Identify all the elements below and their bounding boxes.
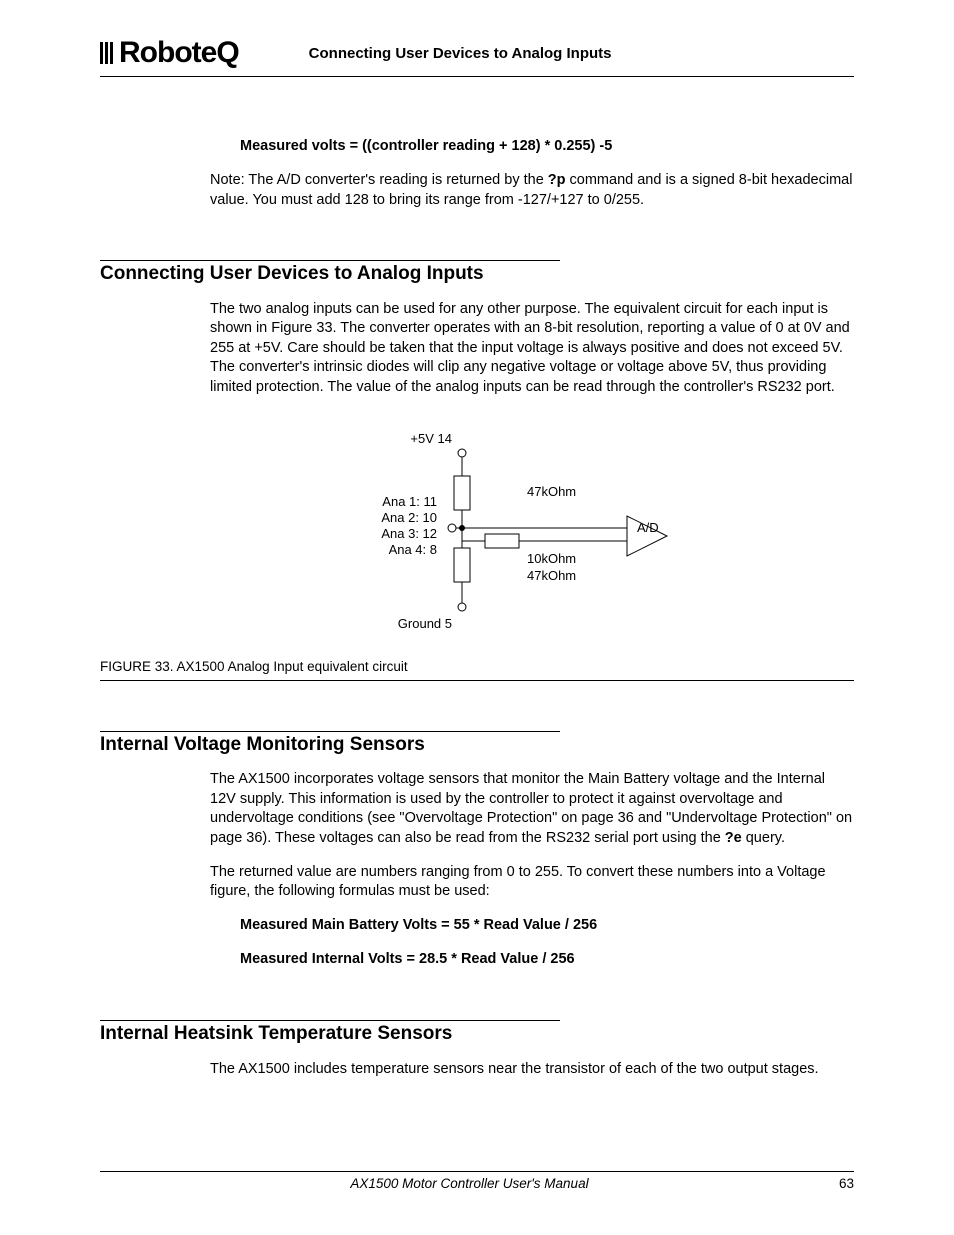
svg-text:10kOhm: 10kOhm [527,551,576,566]
section-rule-2 [100,731,560,732]
brand-text: RoboteQ [119,36,239,70]
svg-text:A/D: A/D [637,520,659,535]
footer-page-number: 63 [839,1176,854,1191]
page: RoboteQ Connecting User Devices to Analo… [0,0,954,1235]
formula-measured-volts: Measured volts = ((controller reading + … [240,137,854,157]
formula-main-battery: Measured Main Battery Volts = 55 * Read … [240,916,854,936]
note-cmd: ?p [548,172,566,188]
page-footer: AX1500 Motor Controller User's Manual 63 [100,1171,854,1191]
section2-para2: The returned value are numbers ranging f… [210,863,854,902]
section3-para: The AX1500 includes temperature sensors … [210,1060,854,1080]
svg-text:Ana 2: 10: Ana 2: 10 [381,510,437,525]
running-title: Connecting User Devices to Analog Inputs [309,45,854,62]
section-rule-3 [100,1020,560,1021]
s2p1-cmd: ?e [725,830,742,846]
section2-heading: Internal Voltage Monitoring Sensors [100,734,854,756]
s2p1-post: query. [742,830,785,846]
figure-33: +5V 14 47kOhm 10kOhm A/D Ana 1: 11 Ana 2… [100,428,854,643]
intro-block: Measured volts = ((controller reading + … [210,137,854,210]
footer-doc-title: AX1500 Motor Controller User's Manual [350,1176,588,1191]
svg-text:Ground 5: Ground 5 [398,616,452,631]
note-pre: Note: The A/D converter's reading is ret… [210,172,548,188]
section1-para: The two analog inputs can be used for an… [210,300,854,398]
logo-bars-icon [100,42,113,64]
formula-internal-volts: Measured Internal Volts = 28.5 * Read Va… [240,950,854,970]
section2-body: The AX1500 incorporates voltage sensors … [210,770,854,970]
svg-text:47kOhm: 47kOhm [527,568,576,583]
svg-text:47kOhm: 47kOhm [527,484,576,499]
svg-text:Ana 3: 12: Ana 3: 12 [381,526,437,541]
circuit-diagram-icon: +5V 14 47kOhm 10kOhm A/D Ana 1: 11 Ana 2… [227,428,727,638]
svg-text:+5V 14: +5V 14 [410,431,452,446]
page-header: RoboteQ Connecting User Devices to Analo… [100,36,854,77]
section1-heading: Connecting User Devices to Analog Inputs [100,263,854,285]
section3-heading: Internal Heatsink Temperature Sensors [100,1023,854,1045]
svg-text:Ana 4: 8: Ana 4: 8 [389,542,437,557]
svg-text:Ana 1: 11: Ana 1: 11 [382,494,437,509]
figure-caption: FIGURE 33. AX1500 Analog Input equivalen… [100,653,854,681]
section1-body: The two analog inputs can be used for an… [210,300,854,398]
section2-para1: The AX1500 incorporates voltage sensors … [210,770,854,848]
section-rule [100,260,560,261]
section3-body: The AX1500 includes temperature sensors … [210,1060,854,1080]
note-paragraph: Note: The A/D converter's reading is ret… [210,171,854,210]
brand-logo: RoboteQ [100,36,239,70]
